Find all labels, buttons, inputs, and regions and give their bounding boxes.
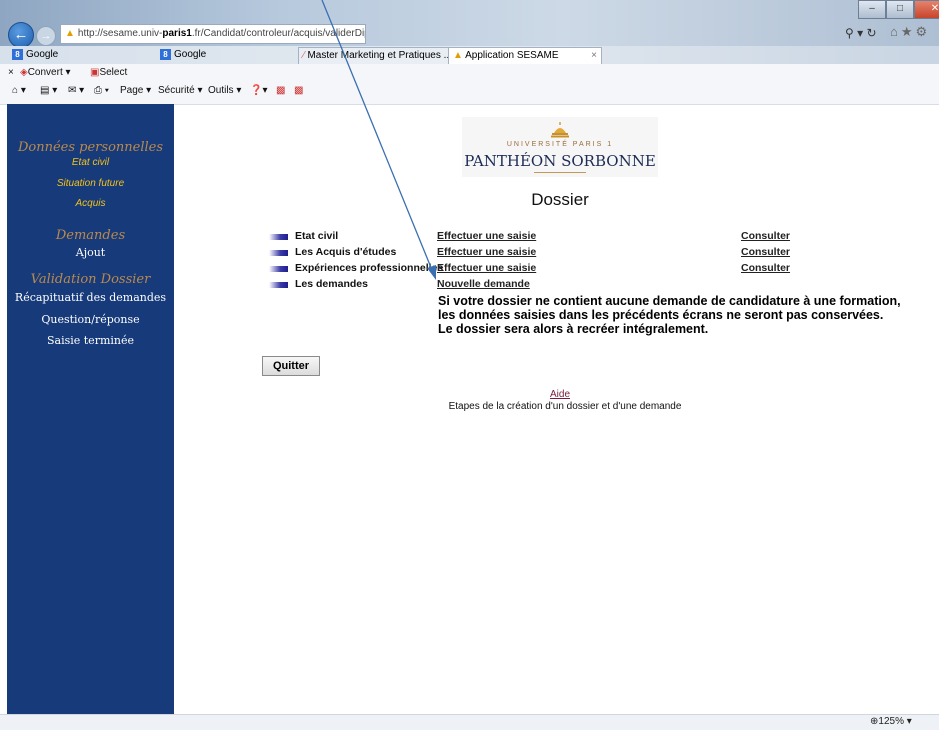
tools-menu[interactable]: Outils ▾ <box>208 85 241 96</box>
warning-message: Si votre dossier ne contient aucune dema… <box>438 294 918 336</box>
dossier-row-etat-civil: Etat civil Effectuer une saisie Consulte… <box>269 230 869 244</box>
toolbar-convert: × ◈Convert ▾ ▣Select <box>0 64 939 82</box>
dossier-row-demandes: Les demandes Nouvelle demande <box>269 278 869 292</box>
feeds-icon[interactable]: ▤ ▾ <box>40 85 57 96</box>
consulter-link-etat-civil[interactable]: Consulter <box>741 230 790 242</box>
sidebar-item-ajout[interactable]: Ajout <box>7 246 174 259</box>
help-icon[interactable]: ❓▾ <box>250 85 267 96</box>
dossier-row-experiences: Expériences professionnelles Effectuer u… <box>269 262 869 276</box>
command-bar: ⌂ ▾ ▤ ▾ ✉ ▾ ⎙ ▾ Page ▾ Sécurité ▾ Outils… <box>0 82 939 105</box>
google-icon: 8 <box>12 49 23 60</box>
mail-icon[interactable]: ✉ ▾ <box>68 85 84 96</box>
home-star-gear-icons[interactable]: ⌂★⚙ <box>890 24 930 40</box>
onenote-icon[interactable]: ▩ <box>294 85 303 96</box>
sidebar-item-situation-future[interactable]: Situation future <box>7 178 174 189</box>
quit-button[interactable]: Quitter <box>262 356 320 376</box>
forward-arrow-icon[interactable]: → <box>36 26 56 46</box>
saisie-link-experiences[interactable]: Effectuer une saisie <box>437 262 536 274</box>
favorite-google-2[interactable]: 8 Google <box>160 49 206 60</box>
zoom-control[interactable]: ⊕125% ▾ <box>870 716 912 727</box>
dossier-row-acquis: Les Acquis d'études Effectuer une saisie… <box>269 246 869 260</box>
bullet-icon <box>269 282 288 288</box>
search-refresh-icons[interactable]: ⚲ ▾ ↻ <box>845 26 877 40</box>
row-label: Les demandes <box>295 278 368 290</box>
warning-icon: ▲ <box>453 50 466 61</box>
window-buttons: – □ ✕ <box>858 0 939 19</box>
google-icon: 8 <box>160 49 171 60</box>
url-suffix: .fr/Candidat/controleur/acquis/validerDi… <box>191 28 365 39</box>
maximize-button[interactable]: □ <box>886 0 914 19</box>
pdf-convert-icon: ◈ <box>20 67 28 78</box>
security-menu[interactable]: Sécurité ▾ <box>158 85 203 96</box>
sidebar-item-recapitulatif[interactable]: Récapituatif des demandes <box>7 291 174 304</box>
minimize-button[interactable]: – <box>858 0 886 19</box>
warning-line: les données saisies dans les précédents … <box>438 308 884 322</box>
saisie-link-acquis[interactable]: Effectuer une saisie <box>437 246 536 258</box>
select-button[interactable]: ▣Select <box>90 67 127 78</box>
back-arrow-icon[interactable]: ← <box>8 22 34 48</box>
print-icon[interactable]: ⎙ ▾ <box>94 85 109 96</box>
url-prefix: http://sesame.univ- <box>77 28 163 39</box>
sidebar-item-etat-civil[interactable]: Etat civil <box>7 157 174 168</box>
sidebar-heading-personal: Données personnelles <box>17 140 164 155</box>
university-logo: UNIVERSITÉ PARIS 1 PANTHÉON SORBONNE <box>462 117 658 177</box>
help-description: Etapes de la création d'un dossier et d'… <box>448 401 682 412</box>
row-label: Les Acquis d'études <box>295 246 397 258</box>
close-button[interactable]: ✕ <box>914 0 939 19</box>
pantheon-dome-icon <box>551 122 569 138</box>
close-toolbar-icon[interactable]: × <box>8 67 14 78</box>
sidebar-heading-demandes: Demandes <box>55 228 126 243</box>
favorite-google-1[interactable]: 8 Google <box>12 49 58 60</box>
tab-row: 8 Google 8 Google ⁄ Master Marketing et Pr… <box>0 46 939 64</box>
home-icon[interactable]: ⌂ ▾ <box>12 85 26 96</box>
logo-title: PANTHÉON SORBONNE <box>464 152 656 170</box>
saisie-link-etat-civil[interactable]: Effectuer une saisie <box>437 230 536 242</box>
warning-line: Le dossier sera alors à recréer intégral… <box>438 322 709 336</box>
consulter-link-experiences[interactable]: Consulter <box>741 262 790 274</box>
consulter-link-acquis[interactable]: Consulter <box>741 246 790 258</box>
url-domain: paris1 <box>162 28 192 39</box>
page-menu[interactable]: Page ▾ <box>120 85 151 96</box>
warning-icon: ▲ <box>65 28 75 39</box>
bullet-icon <box>269 266 288 272</box>
help-link[interactable]: Aide <box>540 389 580 400</box>
tab-application-sesame[interactable]: ▲ Application SESAME × <box>448 47 602 64</box>
status-bar: ⊕125% ▾ <box>0 714 939 730</box>
address-bar[interactable]: ▲ http://sesame.univ-paris1.fr/Candidat/c… <box>60 24 366 44</box>
logo-divider <box>534 172 586 173</box>
sidebar-item-saisie-terminee[interactable]: Saisie terminée <box>7 334 174 347</box>
sidebar: Données personnelles Etat civil Situatio… <box>7 104 174 714</box>
sidebar-heading-validation: Validation Dossier <box>30 272 151 287</box>
row-label: Etat civil <box>295 230 339 242</box>
page-title: Dossier <box>531 190 589 209</box>
warning-line: Si votre dossier ne contient aucune dema… <box>438 294 901 308</box>
bullet-icon <box>269 234 288 240</box>
logo-subtitle: UNIVERSITÉ PARIS 1 <box>506 141 614 148</box>
browser-titlebar: ← → ▲ http://sesame.univ-paris1.fr/Candid… <box>0 0 939 48</box>
nouvelle-demande-link[interactable]: Nouvelle demande <box>437 278 530 290</box>
sidebar-item-acquis[interactable]: Acquis <box>7 198 174 209</box>
row-label: Expériences professionnelles <box>295 262 444 274</box>
sidebar-item-question-reponse[interactable]: Question/réponse <box>7 313 174 326</box>
bullet-icon <box>269 250 288 256</box>
research-icon[interactable]: ▩ <box>276 85 285 96</box>
tab-close-icon[interactable]: × <box>591 48 597 64</box>
convert-button[interactable]: ◈Convert ▾ <box>20 67 71 78</box>
tab-master-marketing[interactable]: ⁄ Master Marketing et Pratiques ... <box>298 47 452 64</box>
